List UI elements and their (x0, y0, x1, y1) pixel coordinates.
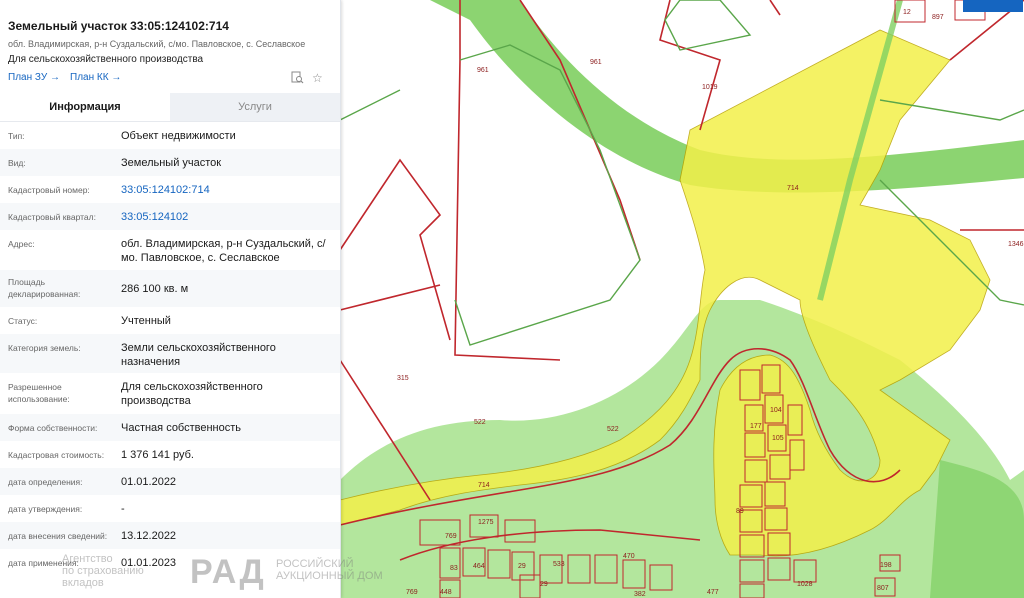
attr-value: Объект недвижимости (121, 130, 236, 142)
map-label: 533 (553, 561, 565, 568)
map-label: 29 (518, 563, 526, 570)
attr-label: Разрешенное использование: (8, 382, 70, 404)
attr-row-kind: Вид: Земельный участок (0, 149, 340, 176)
attr-row-date-determined: дата определения: 01.01.2022 (0, 468, 340, 495)
map-label: 177 (750, 423, 762, 430)
map-label: 477 (707, 589, 719, 596)
cadastral-number-link[interactable]: 33:05:124102:714 (121, 183, 331, 197)
map-label: 1019 (702, 84, 718, 91)
map-label: 1275 (478, 519, 494, 526)
plan-zu-label: План ЗУ (8, 72, 48, 83)
attributes-list: Тип: Объект недвижимости Вид: Земельный … (0, 122, 340, 576)
map-label: 897 (932, 14, 944, 21)
attr-row-type: Тип: Объект недвижимости (0, 122, 340, 149)
attr-row-date-approved: дата утверждения: - (0, 495, 340, 522)
map-label: 769 (445, 533, 457, 540)
map-label: 807 (877, 585, 889, 592)
map-label: 464 (473, 563, 485, 570)
map-label: 315 (397, 375, 409, 382)
attr-value: - (121, 503, 125, 515)
map-label: 522 (474, 419, 486, 426)
attr-row-date-entered: дата внесения сведений: 13.12.2022 (0, 522, 340, 549)
attr-value: Земельный участок (121, 157, 222, 169)
attr-row-permitted-use: Разрешенное использование: Для сельскохо… (0, 373, 340, 414)
attr-label: Тип: (8, 131, 25, 141)
attr-row-date-applied: дата применения: 01.01.2023 (0, 549, 340, 576)
attr-value: Для сельскохозяйственного производства (121, 381, 263, 407)
map-label: 961 (590, 59, 602, 66)
plan-kk-label: План КК (70, 72, 109, 83)
arrow-right-icon: → (111, 72, 122, 83)
plan-kk-link[interactable]: План КК → (70, 72, 121, 83)
map-label: 769 (406, 589, 418, 596)
attr-label: Кадастровый квартал: (8, 212, 96, 222)
attr-value: 01.01.2023 (121, 557, 177, 569)
map-label: 714 (787, 185, 799, 192)
map-control-button[interactable] (963, 0, 1023, 12)
cadastral-quarter-link[interactable]: 33:05:124102 (121, 210, 331, 224)
map-label: 382 (634, 591, 646, 598)
attr-row-cadastral-quarter: Кадастровый квартал: 33:05:124102 (0, 203, 340, 230)
attr-row-cadastral-value: Кадастровая стоимость: 1 376 141 руб. (0, 441, 340, 468)
plan-zu-link[interactable]: План ЗУ → (8, 72, 60, 83)
attr-label: Кадастровая стоимость: (8, 450, 105, 460)
attr-value: 01.01.2022 (121, 476, 177, 488)
attr-label: Вид: (8, 158, 26, 168)
map-label: 961 (477, 67, 489, 74)
map-label: 12 (903, 9, 911, 16)
tab-services[interactable]: Услуги (170, 93, 340, 121)
attr-label: Статус: (8, 316, 38, 326)
attr-value: Земли сельскохозяйственного назначения (121, 342, 276, 368)
map-label: 29 (540, 581, 548, 588)
attr-label: Категория земель: (8, 343, 81, 353)
attr-value: Частная собственность (121, 422, 242, 434)
attr-row-status: Статус: Учтенный (0, 307, 340, 334)
map-label: 1028 (797, 581, 813, 588)
info-panel: Земельный участок 33:05:124102:714 обл. … (0, 0, 341, 598)
attr-value: обл. Владимирская, р-н Суздальский, с/мо… (121, 238, 326, 264)
map-label: 83 (450, 565, 458, 572)
attr-label: Форма собственности: (8, 423, 98, 433)
map-label: 470 (623, 553, 635, 560)
panel-purpose: Для сельскохозяйственного производства (8, 54, 204, 65)
map-label: 448 (440, 589, 452, 596)
map-label: 104 (770, 407, 782, 414)
map-label: 714 (478, 482, 490, 489)
attr-label: Площадь декларированная: (8, 277, 81, 299)
map-label: 1346 (1008, 241, 1024, 248)
attr-row-area: Площадь декларированная: 286 100 кв. м (0, 270, 340, 307)
panel-address: обл. Владимирская, р-н Суздальский, с/мо… (8, 39, 306, 49)
attr-label: дата применения: (8, 558, 79, 568)
tab-info[interactable]: Информация (0, 93, 170, 121)
attr-label: Адрес: (8, 239, 35, 249)
map-label: 89 (736, 508, 744, 515)
arrow-right-icon: → (49, 72, 60, 83)
search-doc-icon[interactable] (291, 71, 304, 87)
attr-row-cadastral-number: Кадастровый номер: 33:05:124102:714 (0, 176, 340, 203)
map-label: 105 (772, 435, 784, 442)
attr-value: 13.12.2022 (121, 530, 177, 542)
map-label: 522 (607, 426, 619, 433)
attr-row-land-category: Категория земель: Земли сельскохозяйстве… (0, 334, 340, 373)
panel-title: Земельный участок 33:05:124102:714 (8, 19, 229, 33)
attr-label: дата внесения сведений: (8, 531, 108, 541)
attr-row-ownership: Форма собственности: Частная собственнос… (0, 414, 340, 441)
attr-row-address: Адрес: обл. Владимирская, р-н Суздальски… (0, 230, 340, 270)
map-label: 198 (880, 562, 892, 569)
attr-value: Учтенный (121, 315, 171, 327)
attr-label: дата утверждения: (8, 504, 83, 514)
attr-value: 1 376 141 руб. (121, 449, 194, 461)
star-icon[interactable]: ☆ (312, 71, 323, 85)
attr-value: 286 100 кв. м (121, 283, 189, 295)
attr-label: Кадастровый номер: (8, 185, 90, 195)
attr-label: дата определения: (8, 477, 83, 487)
panel-tabs: Информация Услуги (0, 93, 340, 122)
